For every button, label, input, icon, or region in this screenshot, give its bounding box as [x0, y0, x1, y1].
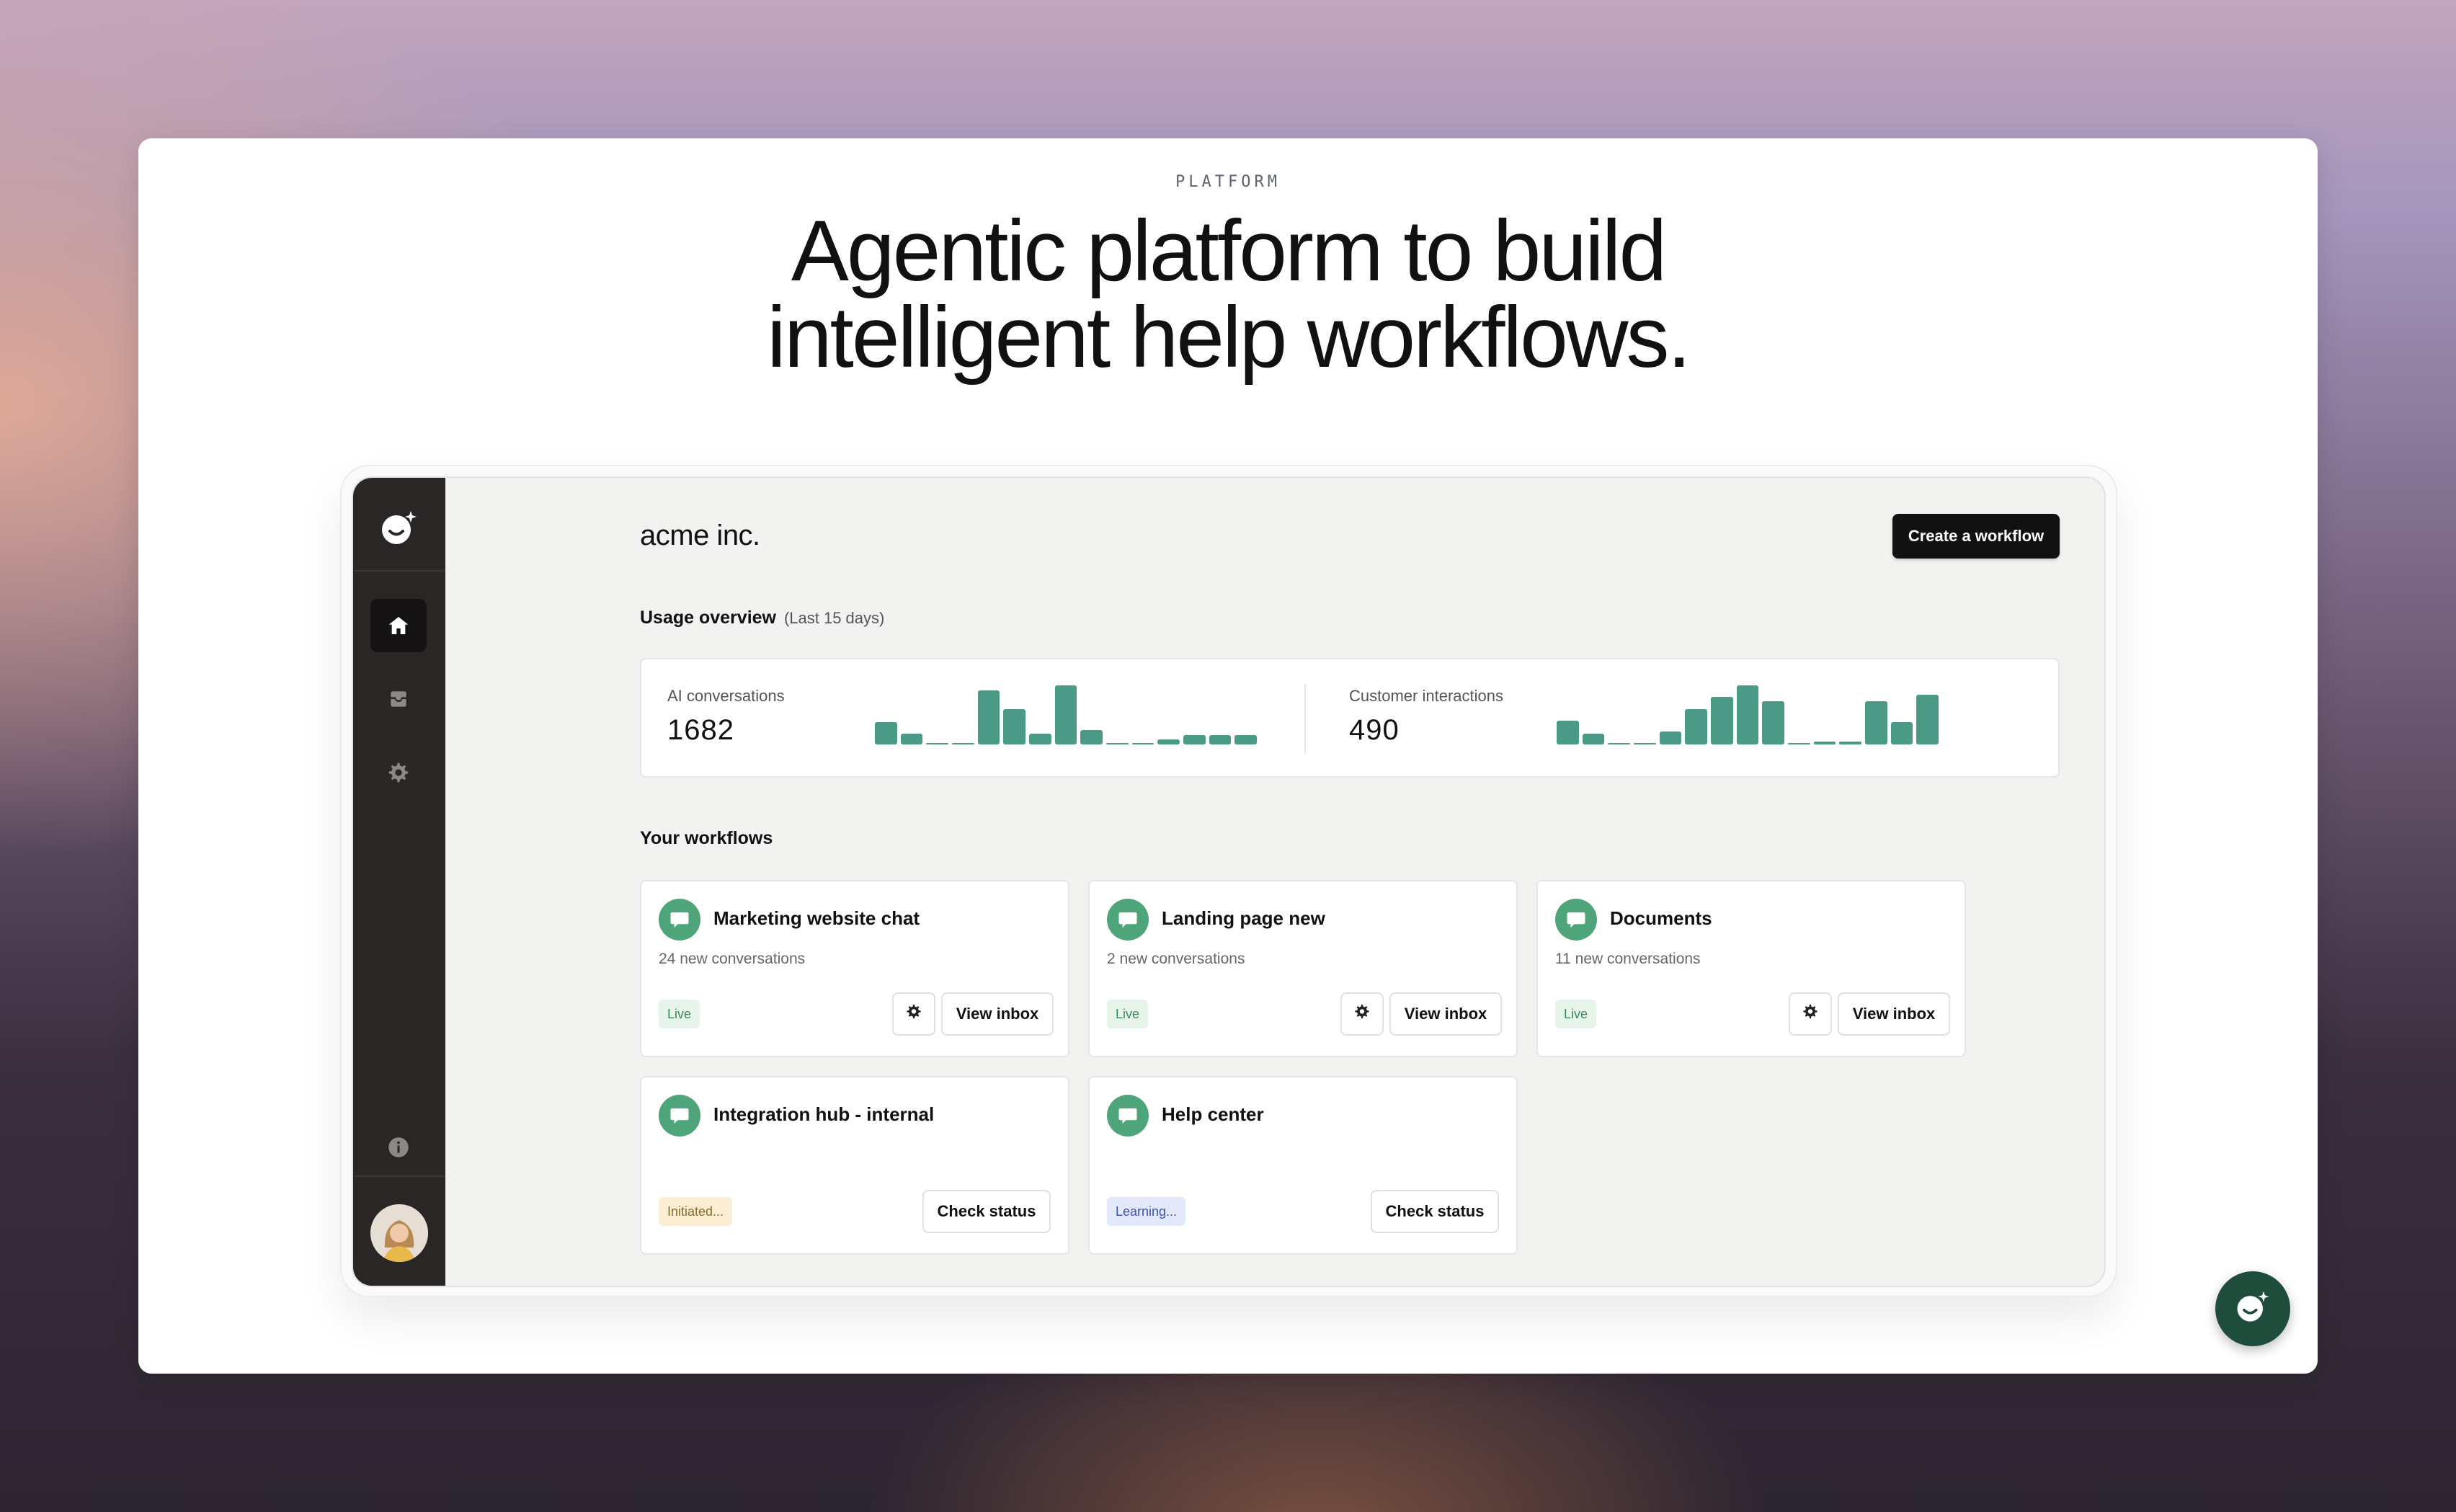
ai-conversations-sparkline [875, 685, 1257, 744]
status-badge: Live [1107, 1000, 1149, 1028]
workflow-card[interactable]: Help center Learning... Check status [1088, 1076, 1518, 1255]
home-icon [387, 614, 410, 637]
logo-icon[interactable] [378, 507, 421, 550]
hero-headline: Agentic platform to build intelligent he… [0, 208, 2456, 381]
spark-bar [1234, 734, 1257, 744]
info-icon [388, 1137, 409, 1158]
view-inbox-button[interactable]: View inbox [941, 992, 1054, 1036]
workflow-card[interactable]: Integration hub - internal Initiated... … [640, 1076, 1069, 1255]
app-preview: acme inc. Create a workflow Usage overvi… [352, 476, 2106, 1287]
workflow-settings-button[interactable] [1789, 992, 1832, 1036]
chat-bubble-icon [1107, 899, 1149, 940]
workflow-card[interactable]: Documents 11 new conversations Live View… [1536, 880, 1966, 1057]
sidebar-divider [353, 570, 445, 572]
spark-bar [1582, 733, 1605, 744]
sidebar-item-inbox[interactable] [370, 672, 427, 726]
workflows-title: Your workflows [640, 828, 773, 848]
workflow-name: Documents [1610, 907, 1712, 929]
workflow-name: Landing page new [1162, 907, 1325, 929]
usage-overview-title: Usage overview (Last 15 days) [640, 608, 884, 628]
check-status-button[interactable]: Check status [1371, 1190, 1499, 1233]
workspace-name: acme inc. [640, 520, 760, 551]
inbox-icon [387, 688, 410, 711]
spark-bar [1736, 685, 1759, 744]
ai-conversations-value: 1682 [667, 714, 734, 746]
sidebar-item-info[interactable] [370, 1121, 427, 1174]
view-inbox-button[interactable]: View inbox [1838, 992, 1950, 1036]
workflow-settings-button[interactable] [1340, 992, 1384, 1036]
spark-bar [1131, 742, 1154, 744]
workflow-name: Integration hub - internal [713, 1103, 935, 1125]
spark-bar [1839, 741, 1861, 744]
sidebar [353, 478, 445, 1286]
workflow-card[interactable]: Landing page new 2 new conversations Liv… [1088, 880, 1518, 1057]
chat-bubble-icon [659, 899, 700, 940]
spark-bar [1890, 721, 1913, 744]
spark-bar [1788, 742, 1810, 744]
sidebar-item-home[interactable] [370, 599, 427, 652]
spark-bar [1054, 685, 1077, 744]
status-badge: Initiated... [659, 1197, 733, 1226]
workflow-settings-button[interactable] [892, 992, 935, 1036]
spark-bar [1608, 742, 1630, 744]
avatar[interactable] [370, 1204, 428, 1262]
customer-interactions-sparkline [1557, 685, 1939, 744]
spark-bar [1813, 741, 1836, 744]
spark-bar [952, 742, 974, 744]
workflow-conversations: 24 new conversations [659, 951, 806, 967]
usage-period: (Last 15 days) [783, 609, 885, 627]
spark-bar [1029, 733, 1051, 744]
spark-bar [875, 721, 897, 744]
headline-line-1: Agentic platform to build [791, 203, 1667, 299]
ai-conversations-label: AI conversations [667, 687, 785, 705]
workflow-conversations: 2 new conversations [1107, 951, 1245, 967]
spark-bar [1157, 739, 1180, 744]
spark-bar [1183, 734, 1206, 744]
spark-bar [1003, 709, 1025, 744]
spark-bar [1865, 701, 1887, 744]
spark-bar [1557, 720, 1579, 744]
spark-bar [1916, 695, 1939, 744]
create-workflow-button[interactable]: Create a workflow [1892, 514, 2060, 559]
customer-interactions-label: Customer interactions [1349, 687, 1503, 705]
usage-card: AI conversations 1682 Customer interacti… [640, 658, 2060, 778]
status-badge: Learning... [1107, 1197, 1186, 1226]
workflow-name: Help center [1162, 1103, 1264, 1125]
chat-assistant-icon [2233, 1287, 2273, 1331]
workflow-card[interactable]: Marketing website chat 24 new conversati… [640, 880, 1069, 1057]
chat-bubble-icon [1555, 899, 1597, 940]
eyebrow-label: PLATFORM [1175, 173, 1281, 191]
main-content: acme inc. Create a workflow Usage overvi… [445, 478, 2104, 1286]
spark-bar [900, 733, 923, 744]
spark-bar [1209, 734, 1232, 744]
status-badge: Live [659, 1000, 700, 1028]
usage-divider [1304, 684, 1306, 753]
spark-bar [1762, 701, 1784, 744]
check-status-button[interactable]: Check status [922, 1190, 1051, 1233]
usage-title-text: Usage overview [640, 608, 776, 628]
headline-line-2: intelligent help workflows. [767, 289, 1691, 386]
spark-bar [926, 742, 948, 744]
spark-bar [1685, 709, 1707, 744]
spark-bar [1106, 742, 1129, 744]
chat-bubble-icon [659, 1095, 700, 1137]
chat-assistant-button[interactable] [2215, 1271, 2290, 1346]
chat-bubble-icon [1107, 1095, 1149, 1137]
spark-bar [977, 690, 1000, 744]
customer-interactions-value: 490 [1349, 714, 1400, 746]
sidebar-item-settings[interactable] [370, 746, 427, 799]
status-badge: Live [1555, 1000, 1597, 1028]
workflow-conversations: 11 new conversations [1555, 951, 1701, 967]
spark-bar [1080, 730, 1103, 744]
view-inbox-button[interactable]: View inbox [1389, 992, 1502, 1036]
sidebar-divider [353, 1175, 445, 1177]
spark-bar [1659, 731, 1682, 744]
spark-bar [1711, 696, 1733, 744]
spark-bar [1634, 742, 1656, 744]
gear-icon [387, 761, 410, 784]
gear-icon [1354, 1004, 1370, 1024]
gear-icon [906, 1004, 922, 1024]
workflow-name: Marketing website chat [713, 907, 920, 929]
gear-icon [1802, 1004, 1818, 1024]
